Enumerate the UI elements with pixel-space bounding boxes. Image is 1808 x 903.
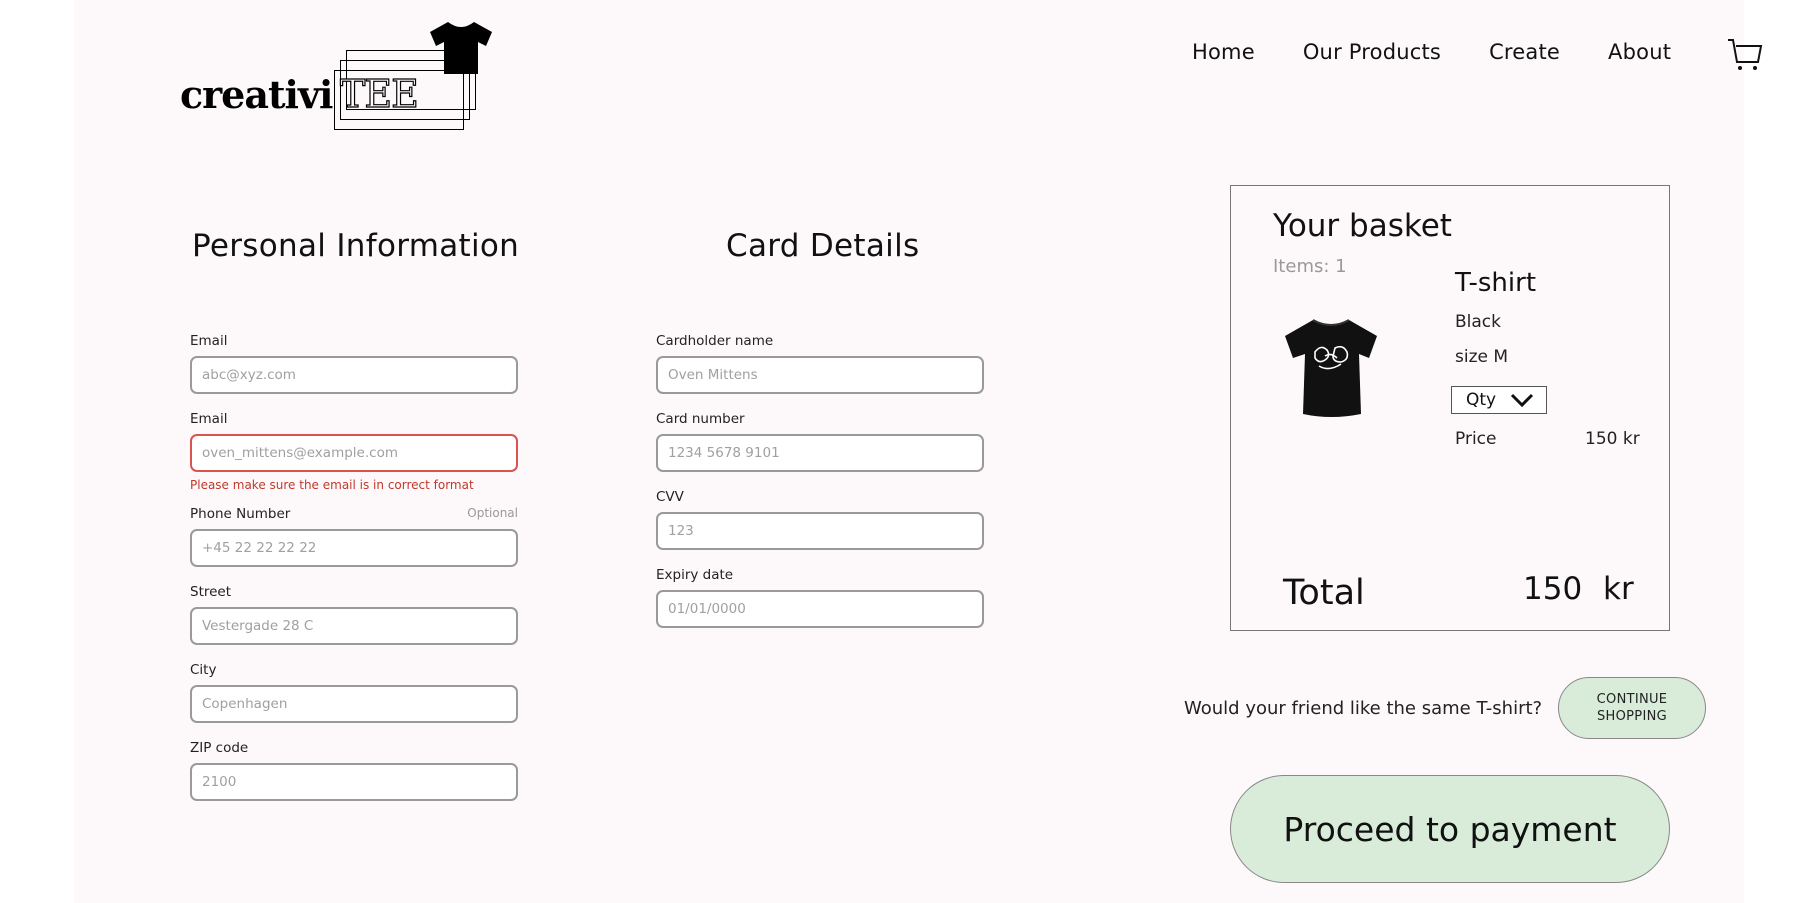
chevron-down-icon: [1511, 393, 1534, 408]
price-label: Price: [1455, 429, 1497, 449]
city-input[interactable]: [190, 685, 518, 723]
product-color: Black: [1455, 312, 1501, 332]
nav-our-products[interactable]: Our Products: [1303, 40, 1441, 64]
city-label: City: [190, 662, 217, 678]
zip-input[interactable]: [190, 763, 518, 801]
expiry-label: Expiry date: [656, 567, 734, 583]
quantity-select[interactable]: Qty: [1451, 386, 1547, 414]
page: creativi TEE Home Our Products Create Ab…: [74, 0, 1763, 903]
cvv-field: CVV: [656, 489, 984, 550]
tshirt-icon: [430, 22, 492, 74]
email-confirm-field: Email Please make sure the email is in c…: [190, 411, 518, 492]
total-currency: kr: [1603, 571, 1634, 607]
expiry-input[interactable]: [656, 590, 984, 628]
city-field: City: [190, 662, 518, 723]
nav-home[interactable]: Home: [1192, 40, 1255, 64]
friend-question: Would your friend like the same T-shirt?: [1184, 698, 1543, 719]
zip-label: ZIP code: [190, 740, 249, 756]
phone-input[interactable]: [190, 529, 518, 567]
cardholder-label: Cardholder name: [656, 333, 774, 349]
cvv-label: CVV: [656, 489, 684, 505]
main-nav: Home Our Products Create About: [1192, 40, 1671, 64]
qty-label: Qty: [1466, 390, 1497, 410]
email-confirm-label: Email: [190, 411, 228, 427]
email-input[interactable]: [190, 356, 518, 394]
cvv-input[interactable]: [656, 512, 984, 550]
basket-item-count: Items: 1: [1273, 256, 1347, 277]
nav-about[interactable]: About: [1608, 40, 1671, 64]
card-number-field: Card number: [656, 411, 984, 472]
continue-shopping-button[interactable]: CONTINUE SHOPPING: [1558, 677, 1706, 739]
logo-wordmark: creativi: [180, 72, 333, 117]
personal-info-title: Personal Information: [192, 228, 520, 264]
total-label: Total: [1283, 573, 1365, 613]
card-number-label: Card number: [656, 411, 745, 427]
logo[interactable]: creativi TEE: [180, 20, 500, 130]
proceed-to-payment-button[interactable]: Proceed to payment: [1230, 775, 1670, 883]
shopping-cart-icon[interactable]: [1726, 36, 1764, 72]
card-number-input[interactable]: [656, 434, 984, 472]
street-input[interactable]: [190, 607, 518, 645]
optional-tag: Optional: [467, 506, 518, 520]
email-field: Email: [190, 333, 518, 394]
product-size: size M: [1455, 347, 1509, 367]
phone-field: Phone Number Optional: [190, 506, 518, 567]
zip-field: ZIP code: [190, 740, 518, 801]
basket-title: Your basket: [1273, 208, 1452, 244]
product-name: T-shirt: [1455, 268, 1537, 298]
nav-create[interactable]: Create: [1489, 40, 1560, 64]
price-value: 150 kr: [1585, 429, 1640, 449]
basket-panel: Your basket Items: 1 T-shirt Black size …: [1230, 185, 1670, 631]
cardholder-input[interactable]: [656, 356, 984, 394]
card-details-title: Card Details: [726, 228, 920, 264]
product-thumbnail: [1285, 319, 1377, 417]
street-label: Street: [190, 584, 232, 600]
email-error-message: Please make sure the email is in correct…: [190, 478, 474, 492]
street-field: Street: [190, 584, 518, 645]
email-confirm-input[interactable]: [190, 434, 518, 472]
email-label: Email: [190, 333, 228, 349]
logo-tee-text: TEE: [339, 71, 419, 116]
expiry-field: Expiry date: [656, 567, 984, 628]
total-value: 150: [1523, 571, 1583, 607]
cardholder-field: Cardholder name: [656, 333, 984, 394]
